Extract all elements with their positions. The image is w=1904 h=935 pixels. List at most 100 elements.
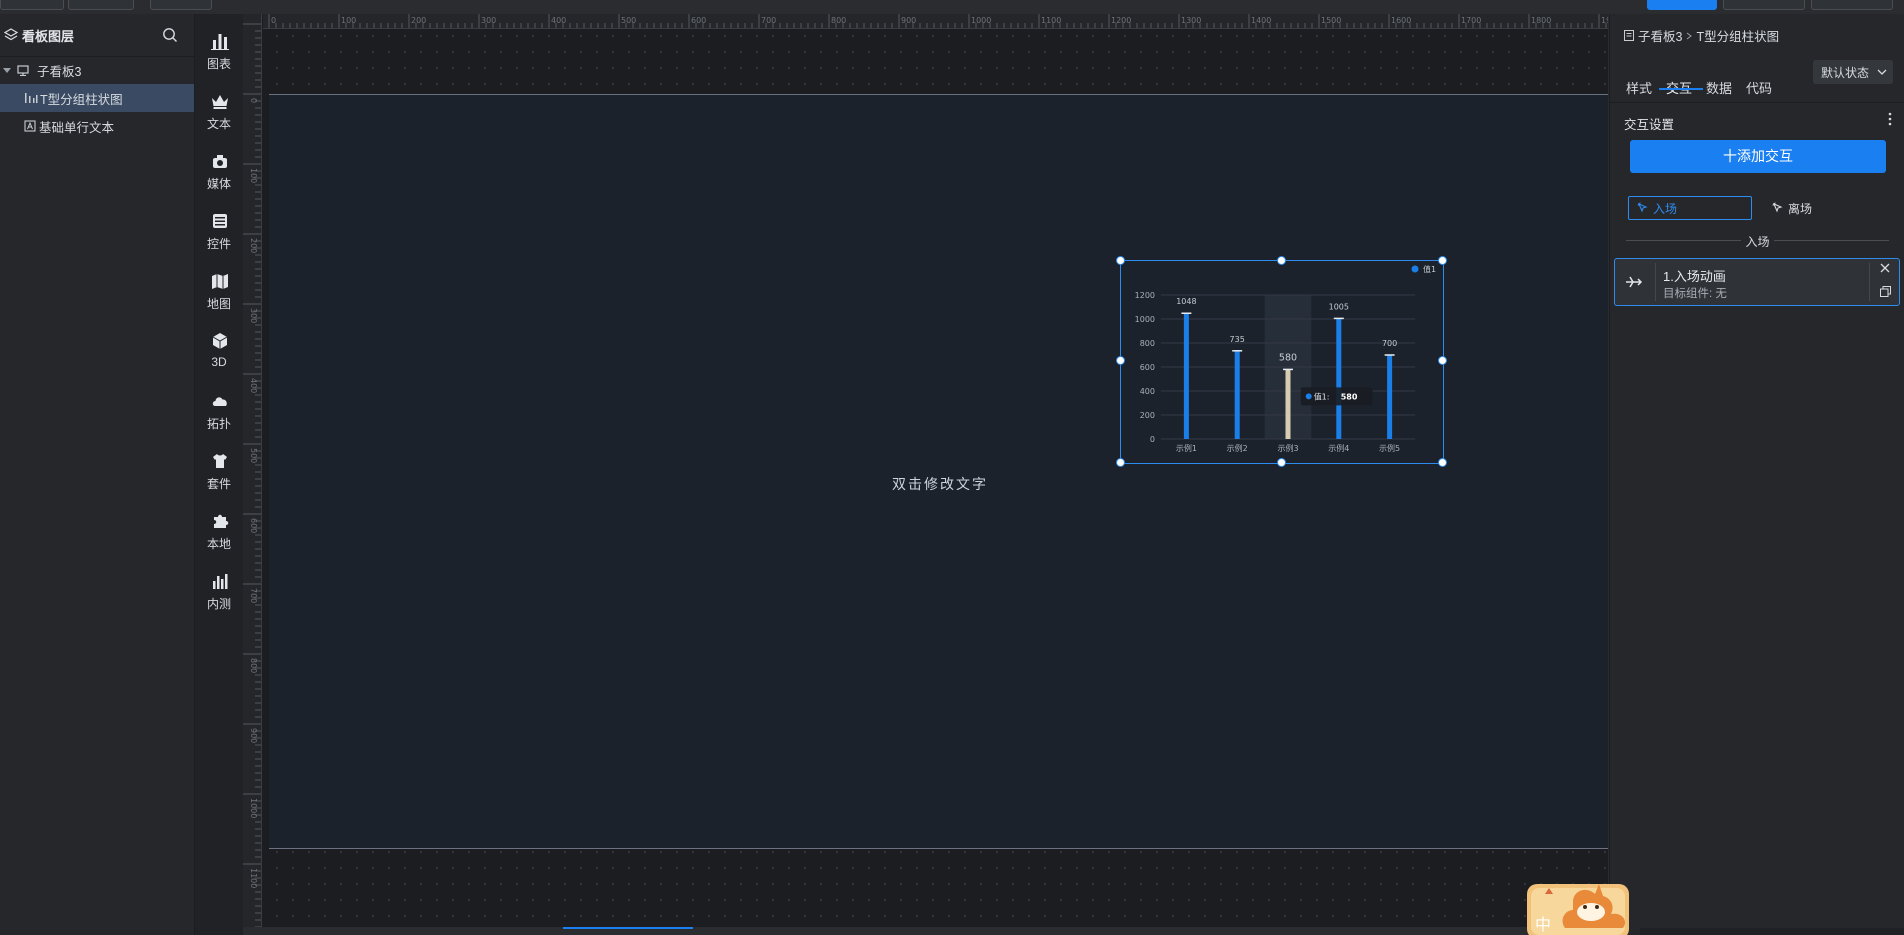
ruler-label: 800 — [249, 658, 258, 673]
tool-3d[interactable]: 3D — [195, 326, 243, 378]
tooltip-label: 值1: — [1314, 391, 1330, 401]
pointer-icon — [1637, 202, 1648, 213]
cloud-icon — [212, 397, 227, 406]
tool-kit[interactable]: 套件 — [195, 446, 243, 498]
layer-label: T型分组柱状图 — [40, 92, 123, 107]
state-select-value: 默认状态 — [1821, 65, 1870, 80]
x-tick-label: 示例2 — [1227, 443, 1248, 453]
bar-chart: 0 200 400 600 800 1000 1200 1048 示例1 735 示例2 580 示例3… — [1135, 264, 1436, 453]
shirt-icon — [213, 454, 227, 468]
tab-style[interactable]: 样式 — [1626, 78, 1652, 97]
tool-label: 控件 — [206, 237, 231, 251]
breadcrumb: 子看板3 T型分组柱状图 — [1624, 26, 1779, 45]
search-icon[interactable] — [162, 27, 178, 43]
state-select[interactable]: 默认状态 — [1813, 60, 1893, 84]
tool-label: 套件 — [206, 477, 231, 491]
tool-local[interactable]: 本地 — [195, 506, 243, 558]
resize-handle[interactable] — [1277, 458, 1286, 467]
bar-chart-icon — [211, 34, 229, 50]
layers-icon — [4, 28, 18, 41]
trigger-label: 离场 — [1788, 201, 1813, 216]
properties-panel: 子看板3 T型分组柱状图 样式 交互 数据 代码 默认状态 交互设置 十添加交互… — [1609, 14, 1904, 935]
section-title: 交互设置 — [1624, 118, 1675, 132]
mascot-label: 中 — [1535, 915, 1551, 934]
ruler-label: 0 — [271, 16, 276, 25]
copy-icon[interactable] — [1880, 286, 1891, 297]
tooltip-marker — [1305, 393, 1312, 400]
layer-label: 子看板3 — [37, 64, 82, 79]
resize-handle[interactable] — [1116, 356, 1125, 365]
x-tick-label: 示例5 — [1379, 443, 1400, 453]
publish-button[interactable] — [1647, 0, 1717, 10]
trigger-leave[interactable]: 离场 — [1768, 196, 1848, 220]
media-icon — [213, 155, 227, 168]
dashboard-board[interactable] — [269, 94, 1608, 849]
tab-code[interactable]: 代码 — [1746, 78, 1772, 97]
resize-handle[interactable] — [1438, 458, 1447, 467]
resize-handle[interactable] — [1438, 256, 1447, 265]
input-method-mascot[interactable]: 中 — [1525, 876, 1631, 935]
layer-item-text[interactable]: 基础单行文本 — [0, 112, 194, 140]
breadcrumb-parent[interactable]: 子看板3 — [1638, 26, 1682, 45]
tool-chart[interactable]: 图表 — [195, 26, 243, 78]
bar[interactable] — [1285, 369, 1291, 439]
tool-label: 地图 — [206, 297, 231, 311]
data-label: 735 — [1230, 335, 1245, 344]
tool-label: 拓扑 — [206, 417, 231, 431]
caret-down-icon[interactable] — [3, 66, 11, 74]
bar-chart-widget[interactable]: 0 200 400 600 800 1000 1200 1048 示例1 735 示例2 580 示例3… — [1120, 260, 1444, 464]
document-icon — [1624, 30, 1634, 41]
legend-marker — [1411, 265, 1419, 273]
data-label: 700 — [1382, 339, 1397, 348]
ruler-label: 400 — [249, 378, 258, 393]
settings-button[interactable] — [1811, 0, 1893, 10]
trigger-enter[interactable]: 入场 — [1628, 196, 1752, 220]
tool-topology[interactable]: 拓扑 — [195, 386, 243, 438]
preview-button[interactable] — [1723, 0, 1805, 10]
layer-item-group[interactable]: 子看板3 — [0, 56, 194, 84]
status-bar — [1640, 928, 1904, 935]
ruler-ticks: 0 100 200 300 400 500 600 700 800 900 1000 1100 1200… — [268, 14, 1608, 28]
ruler-ticks: 0 100 200 300 400 500 600 700 800 900 1000 1100 — [243, 23, 261, 935]
bar[interactable] — [1234, 350, 1240, 439]
ruler-label: 600 — [249, 518, 258, 533]
active-tab-indicator — [1659, 88, 1703, 90]
cube-icon — [212, 333, 228, 349]
resize-handle[interactable] — [1116, 256, 1125, 265]
bar[interactable] — [1183, 313, 1189, 439]
scroll-thumb[interactable] — [563, 927, 693, 929]
tool-media[interactable]: 媒体 — [195, 146, 243, 198]
resize-handle[interactable] — [1277, 256, 1286, 265]
resize-handle[interactable] — [1438, 356, 1447, 365]
ruler-label: 1000 — [971, 16, 991, 25]
layers-header: 看板图层 — [0, 14, 194, 57]
interaction-action-card[interactable]: 1.入场动画 目标组件: 无 — [1614, 258, 1900, 306]
toolbar-button[interactable] — [68, 0, 134, 10]
legend-label[interactable]: 值1 — [1423, 264, 1436, 274]
toolbar-button[interactable] — [0, 0, 64, 10]
toolbar-button[interactable] — [150, 0, 212, 10]
add-interaction-button[interactable]: 十添加交互 — [1630, 140, 1886, 173]
resize-handle[interactable] — [1116, 458, 1125, 467]
bar[interactable] — [1387, 355, 1393, 439]
bar[interactable] — [1336, 318, 1342, 439]
tool-label: 文本 — [206, 117, 231, 131]
single-line-text[interactable]: 双击修改文字 — [880, 474, 1000, 494]
layer-item-bar-chart[interactable]: T型分组柱状图 — [0, 84, 194, 112]
y-tick-label: 1000 — [1135, 315, 1155, 324]
tool-control[interactable]: 控件 — [195, 206, 243, 258]
tool-map[interactable]: 地图 — [195, 266, 243, 318]
close-icon[interactable] — [1880, 263, 1890, 273]
text-box-icon — [24, 120, 36, 132]
x-tick-label: 示例4 — [1328, 443, 1349, 453]
y-tick-label: 600 — [1140, 363, 1155, 372]
tab-data[interactable]: 数据 — [1706, 78, 1732, 97]
ruler-label: 1000 — [249, 798, 258, 818]
tool-label: 3D — [211, 355, 227, 369]
more-vertical-icon[interactable] — [1887, 110, 1893, 128]
tool-beta[interactable]: 内测 — [195, 566, 243, 618]
tool-text[interactable]: 文本 — [195, 86, 243, 138]
divider-label: 入场 — [1745, 235, 1770, 249]
horizontal-scrollbar[interactable] — [243, 927, 1608, 935]
flow-icon — [1626, 276, 1643, 288]
